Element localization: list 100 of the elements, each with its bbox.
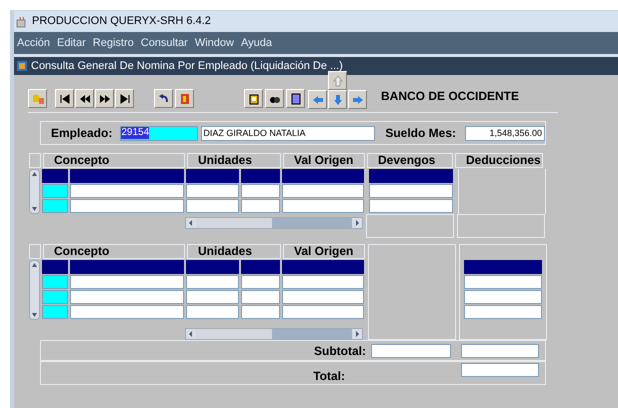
table-cell[interactable] xyxy=(369,199,453,213)
table-cell[interactable] xyxy=(186,305,239,319)
menu-item[interactable]: Acción xyxy=(17,34,50,52)
table-cell[interactable] xyxy=(42,199,68,213)
table-cell[interactable] xyxy=(42,305,68,319)
menu-item[interactable]: Consultar xyxy=(140,34,188,52)
down-button[interactable] xyxy=(328,90,347,109)
table-cell[interactable] xyxy=(282,260,364,274)
document-icon xyxy=(290,92,302,104)
subtotal-field[interactable] xyxy=(461,344,539,358)
column-header: Unidades xyxy=(187,244,281,259)
scrollbar[interactable] xyxy=(29,260,40,320)
table-cell[interactable] xyxy=(464,305,542,319)
table-cell[interactable] xyxy=(369,184,453,198)
right-button[interactable] xyxy=(348,90,367,109)
fast-forward-icon xyxy=(98,92,110,104)
table-cell[interactable] xyxy=(282,305,364,319)
table-cell[interactable] xyxy=(241,305,280,319)
table-cell[interactable] xyxy=(241,290,280,304)
table-cell[interactable] xyxy=(42,290,68,304)
toolbar-button[interactable] xyxy=(55,89,74,108)
table-cell[interactable] xyxy=(70,184,184,198)
table-cell[interactable] xyxy=(241,275,280,289)
column-header: Val Origen xyxy=(283,153,365,168)
toolbar-button[interactable] xyxy=(95,89,114,108)
table-cell[interactable] xyxy=(464,260,542,274)
table-cell[interactable] xyxy=(241,169,280,183)
down-arrow-icon xyxy=(30,311,39,319)
column-header: Devengos xyxy=(367,153,453,168)
table-cell[interactable] xyxy=(241,260,280,274)
table-cell[interactable] xyxy=(282,199,364,213)
menu-item[interactable]: Registro xyxy=(92,34,134,52)
first-record-icon xyxy=(58,92,70,104)
toolbar-button[interactable] xyxy=(244,89,263,108)
up-button[interactable] xyxy=(328,71,347,90)
table-cell[interactable] xyxy=(70,305,184,319)
last-record-icon xyxy=(118,92,130,104)
table-cell[interactable] xyxy=(282,184,364,198)
table-cell[interactable] xyxy=(369,169,453,183)
toolbar-button[interactable] xyxy=(286,89,305,108)
table-cell[interactable] xyxy=(70,169,184,183)
down-arrow-icon xyxy=(30,205,39,213)
up-arrow-icon xyxy=(332,74,344,86)
employee-code-field[interactable]: 29154 xyxy=(120,126,198,140)
down-arrow-icon xyxy=(332,94,344,106)
column-header: Unidades xyxy=(187,153,281,168)
scroll-thumb[interactable] xyxy=(196,218,272,228)
scroll-thumb[interactable] xyxy=(196,329,272,339)
table-cell[interactable] xyxy=(282,275,364,289)
table-cell[interactable] xyxy=(70,260,184,274)
table-cell[interactable] xyxy=(186,260,239,274)
table-cell[interactable] xyxy=(70,275,184,289)
table-cell[interactable] xyxy=(464,275,542,289)
toolbar-button[interactable] xyxy=(265,89,284,108)
scrollbar[interactable] xyxy=(185,217,363,229)
table-cell[interactable] xyxy=(241,184,280,198)
toolbar-button[interactable] xyxy=(154,89,173,108)
menu-item[interactable]: Ayuda xyxy=(240,34,272,52)
form-title: Consulta General De Nomina Por Empleado (Liquidación De ...) xyxy=(31,58,343,74)
table-cell[interactable] xyxy=(282,169,364,183)
table-cell[interactable] xyxy=(42,184,68,198)
scrollbar[interactable] xyxy=(185,328,363,340)
table-cell[interactable] xyxy=(42,275,68,289)
up-arrow-icon xyxy=(30,170,39,178)
column-header: Concepto xyxy=(43,244,185,259)
table-cell[interactable] xyxy=(42,260,68,274)
header-corner xyxy=(29,244,41,259)
database-icon xyxy=(32,92,44,104)
table-cell[interactable] xyxy=(186,184,239,198)
menu-item[interactable]: Window xyxy=(194,34,234,52)
toolbar-button[interactable] xyxy=(75,89,94,108)
left-button[interactable] xyxy=(308,90,327,109)
menu-item[interactable]: Editar xyxy=(57,34,86,52)
employee-name-field[interactable]: DIAZ GIRALDO NATALIA xyxy=(201,126,376,140)
table-cell[interactable] xyxy=(186,290,239,304)
column-header: Concepto xyxy=(43,153,185,168)
form-icon xyxy=(16,60,28,72)
salary-field[interactable]: 1,548,356.00 xyxy=(465,126,546,140)
table-cell[interactable] xyxy=(186,199,239,213)
column-header: Val Origen xyxy=(283,244,365,259)
window-title: PRODUCCION QUERYX-SRH 6.4.2 xyxy=(32,14,211,30)
total-field[interactable] xyxy=(461,363,539,377)
table-cell[interactable] xyxy=(464,290,542,304)
table-cell[interactable] xyxy=(186,169,239,183)
up-arrow-icon xyxy=(30,261,39,269)
table-cell[interactable] xyxy=(70,290,184,304)
coffee-cup-icon xyxy=(16,16,28,28)
header-corner xyxy=(29,153,41,168)
right-arrow-icon xyxy=(352,94,364,106)
scrollbar[interactable] xyxy=(29,169,40,214)
table-cell[interactable] xyxy=(42,169,68,183)
bank-name: BANCO DE OCCIDENTE xyxy=(381,88,520,105)
subtotal-field[interactable] xyxy=(371,344,451,358)
toolbar-button[interactable] xyxy=(115,89,134,108)
subtotal-label: Subtotal: xyxy=(314,342,366,360)
table-cell[interactable] xyxy=(282,290,364,304)
table-cell[interactable] xyxy=(241,199,280,213)
table-cell[interactable] xyxy=(186,275,239,289)
table-cell[interactable] xyxy=(70,199,184,213)
total-label: Total: xyxy=(313,368,345,385)
